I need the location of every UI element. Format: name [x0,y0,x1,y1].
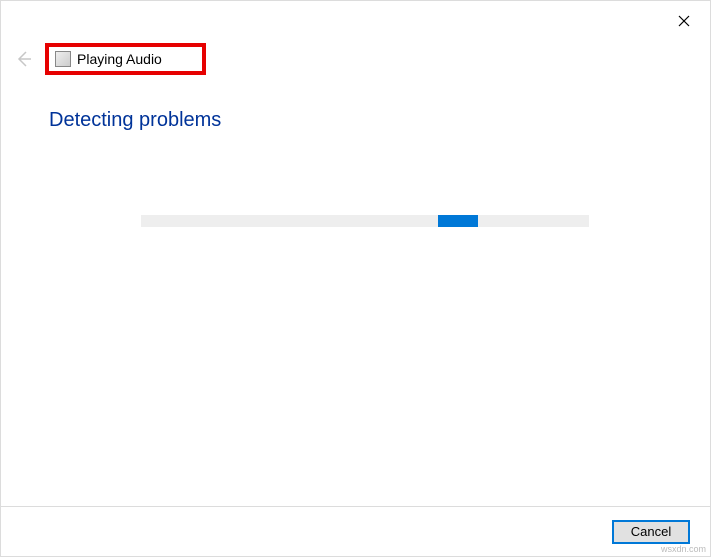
back-button [13,48,35,70]
title-highlight-box: Playing Audio [45,43,206,75]
watermark-text: wsxdn.com [661,544,706,554]
header-row: Playing Audio [13,43,206,75]
audio-troubleshooter-icon [55,51,71,67]
progress-indicator [438,215,478,227]
back-arrow-icon [14,49,34,69]
progress-bar [141,215,589,227]
cancel-button[interactable]: Cancel [612,520,690,544]
close-icon [678,15,690,27]
troubleshooter-window: Playing Audio Detecting problems Cancel … [0,0,711,557]
titlebar [674,1,710,41]
footer-bar: Cancel [1,506,710,556]
troubleshooter-title: Playing Audio [77,51,162,67]
status-heading: Detecting problems [49,109,221,132]
close-button[interactable] [674,11,694,31]
